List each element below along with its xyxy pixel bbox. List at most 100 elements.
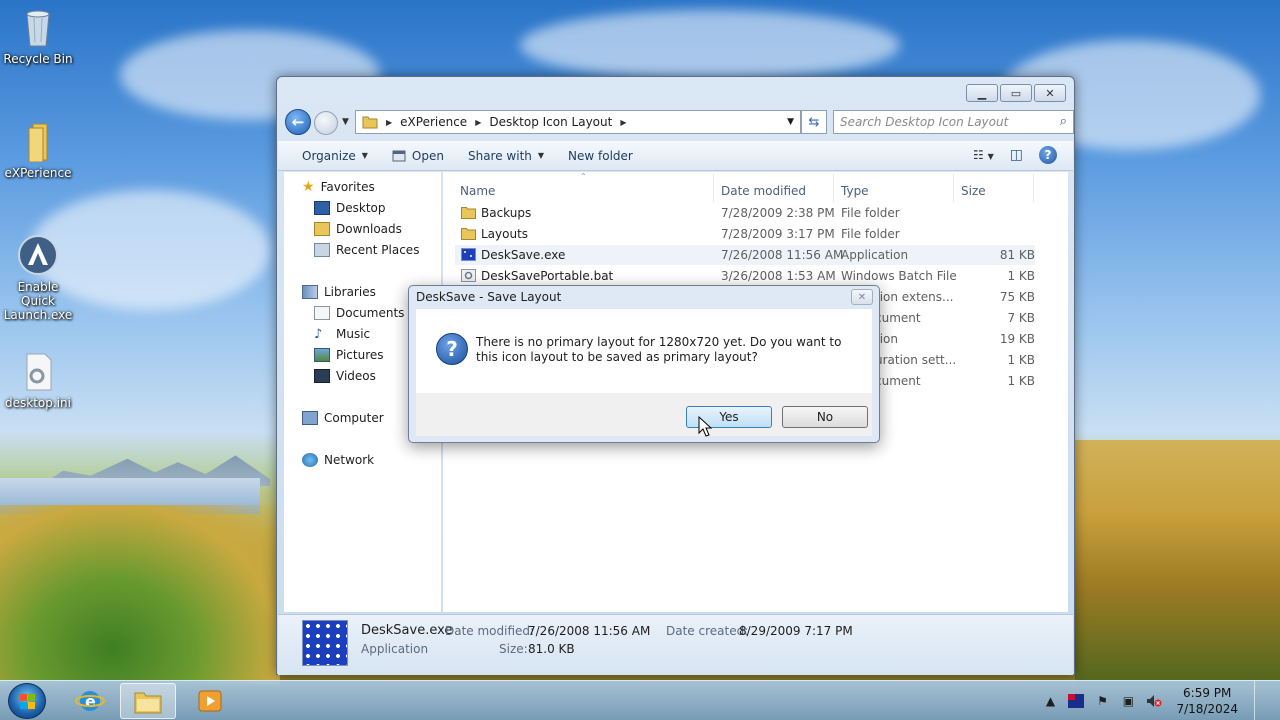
recent-places-icon [314,243,330,257]
dialog-close-button[interactable]: ✕ [851,289,873,305]
taskbar-internet-explorer[interactable]: e [62,683,118,719]
column-header-size[interactable]: Size [961,184,986,198]
desktop-icon-recycle-bin[interactable]: Recycle Bin [0,6,76,66]
new-folder-button[interactable]: New folder [568,149,633,163]
folder-icon [362,116,378,129]
column-separator[interactable] [953,174,954,202]
details-date-created-label: Date created: [666,624,749,638]
column-header-name[interactable]: Name [460,184,495,198]
file-type: Application [841,248,909,262]
details-file-type: Application [361,642,429,656]
file-row[interactable]: DeskSavePortable.bat 3/26/2008 1:53 AM W… [455,266,1035,286]
file-row-selected[interactable]: DeskSave.exe 7/26/2008 11:56 AM Applicat… [455,245,1035,265]
network-icon [302,453,318,467]
nav-favorites[interactable]: ★ Favorites [302,177,375,197]
action-center-flag-icon[interactable]: ⚑ [1094,693,1110,709]
share-with-menu[interactable]: Share with ▼ [468,149,544,163]
nav-downloads[interactable]: Downloads [314,219,402,239]
details-size-label: Size: [499,642,528,656]
nav-documents[interactable]: Documents [314,303,404,323]
network-status-icon[interactable]: ▣ [1120,693,1136,709]
column-separator[interactable] [833,174,834,202]
minimize-button[interactable]: ▁ [966,84,998,102]
show-hidden-icons-icon[interactable]: ▲ [1042,693,1058,709]
breadcrumb-item[interactable]: eXPerience [400,115,467,129]
mouse-cursor-icon [698,416,712,437]
desktop-icon-desktop-ini[interactable]: desktop.ini [0,350,76,410]
taskbar: e ▲ ⚑ ▣ 6:59 PM 7/18/2024 [0,680,1280,720]
breadcrumb-separator: ▶ [475,117,482,127]
file-type: uration sett... [875,353,957,367]
dialog-message: There is no primary layout for 1280x720 … [476,335,842,364]
no-button[interactable]: No [782,406,868,428]
breadcrumb-separator[interactable]: ▶ [620,118,626,127]
nav-label: Documents [336,306,405,320]
column-header-date-modified[interactable]: Date modified [721,184,806,198]
nav-libraries[interactable]: Libraries [302,282,376,302]
music-icon: ♪ [314,326,323,342]
chevron-down-icon: ▼ [361,151,368,160]
address-history-dropdown[interactable]: ▼ [787,117,794,127]
search-box[interactable]: Search Desktop Icon Layout ⌕ [833,110,1074,134]
nav-computer[interactable]: Computer [302,408,384,428]
toolbar-right: ☷ ▼ ◫ ? [973,146,1057,164]
taskbar-windows-explorer[interactable] [120,683,176,719]
nav-pictures[interactable]: Pictures [314,345,384,365]
open-button[interactable]: Open [392,149,444,163]
hillside-left [0,505,280,685]
share-with-label: Share with [467,148,532,163]
search-icon[interactable]: ⌕ [1060,114,1067,129]
nav-label: Libraries [324,285,376,299]
file-type: File folder [841,227,900,241]
nav-network[interactable]: Network [302,450,374,470]
recent-pages-dropdown[interactable]: ▼ [342,117,349,127]
nav-desktop[interactable]: Desktop [314,198,386,218]
breadcrumb-item[interactable]: Desktop Icon Layout [489,115,612,129]
file-size: 7 KB [1007,311,1035,325]
preview-pane-icon[interactable]: ◫ [1010,147,1023,163]
volume-muted-icon[interactable] [1146,693,1162,709]
organize-label: Organize [302,148,356,163]
file-row[interactable]: Layouts 7/28/2009 3:17 PM File folder [455,224,1035,244]
navigation-bar: ← ▼ ▶ eXPerience ▶ Desktop Icon Layout ▶… [285,108,1074,136]
nav-videos[interactable]: Videos [314,366,376,386]
file-size: 1 KB [1007,374,1035,388]
downloads-folder-icon [314,222,330,236]
show-desktop-button[interactable] [1254,681,1266,720]
back-button[interactable]: ← [285,109,311,135]
view-options-icon[interactable]: ☷ ▼ [973,148,994,162]
organize-menu[interactable]: Organize ▼ [302,149,368,163]
nav-music[interactable]: ♪ Music [314,324,370,344]
address-bar[interactable]: ▶ eXPerience ▶ Desktop Icon Layout ▶ ▼ [355,110,801,134]
batch-icon [461,269,476,282]
clock[interactable]: 6:59 PM 7/18/2024 [1176,685,1238,717]
dialog-body: ? There is no primary layout for 1280x72… [416,309,872,393]
file-thumbnail [302,620,348,666]
column-header-type[interactable]: Type [841,184,869,198]
file-size: 1 KB [1007,269,1035,283]
desktop-icon-label: desktop.ini [5,396,71,410]
nav-label: Favorites [320,180,375,194]
desktop-icon-experience[interactable]: eXPerience [0,120,76,180]
breadcrumb-separator: ▶ [386,117,393,127]
taskbar-media-player[interactable] [182,683,238,719]
desktop-icon-enable-quick-launch[interactable]: Enable Quick Launch.exe [0,234,76,322]
language-flag-icon[interactable] [1068,693,1085,709]
maximize-button[interactable]: ▭ [1000,84,1032,102]
help-icon[interactable]: ? [1039,146,1057,164]
forward-button[interactable] [314,111,338,135]
file-name: Layouts [481,227,529,241]
close-button[interactable]: ✕ [1034,84,1066,102]
refresh-button[interactable]: ⇆ [801,110,827,134]
nav-recent-places[interactable]: Recent Places [314,240,419,260]
file-type: File folder [841,206,900,220]
column-separator[interactable] [1033,174,1034,202]
settings-file-icon [17,350,59,392]
dialog-footer: Yes No [416,393,872,436]
file-row[interactable]: Backups 7/28/2009 2:38 PM File folder [455,203,1035,223]
search-placeholder: Search Desktop Icon Layout [840,115,1009,129]
column-separator[interactable] [713,174,714,202]
start-button[interactable] [8,683,46,719]
pictures-icon [314,348,330,362]
file-date: 7/28/2009 2:38 PM [721,206,835,220]
